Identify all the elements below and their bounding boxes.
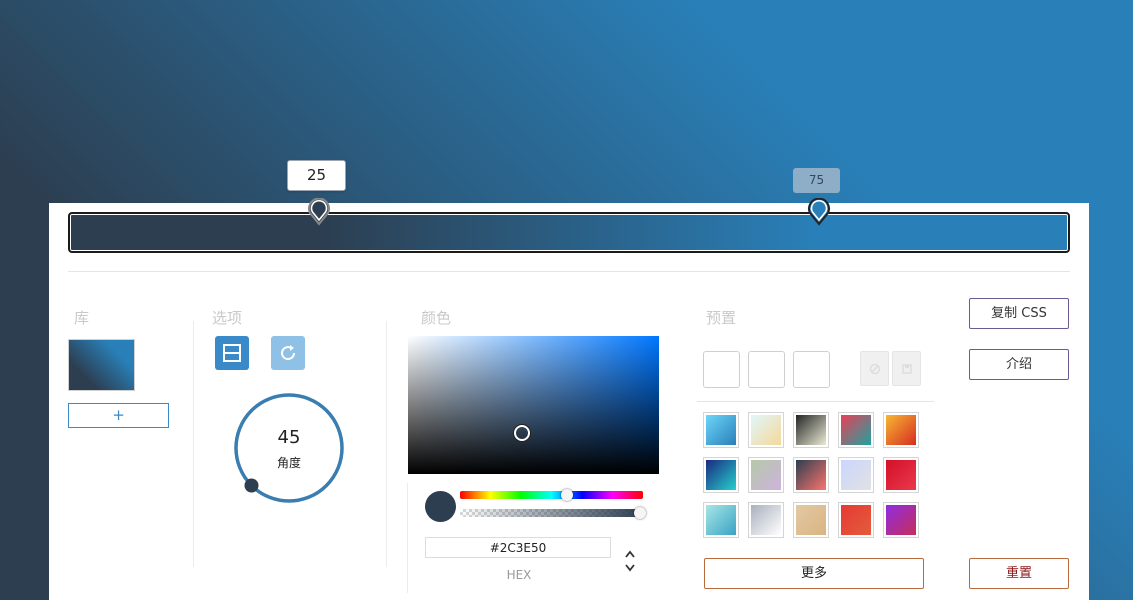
angle-handle[interactable] xyxy=(244,478,259,493)
preset-gradient-fill xyxy=(886,460,916,490)
preset-gradient-tile[interactable] xyxy=(883,457,919,493)
preset-gradient-fill xyxy=(796,460,826,490)
panel-divider xyxy=(68,271,1070,272)
preset-gradient-fill xyxy=(751,505,781,535)
section-title-library: 库 xyxy=(74,309,90,327)
preset-gradient-fill xyxy=(751,460,781,490)
section-title-color: 颜色 xyxy=(421,309,452,327)
gradient-stop-handle-2[interactable] xyxy=(807,198,831,226)
preset-gradient-tile[interactable] xyxy=(703,457,739,493)
alpha-slider-thumb[interactable] xyxy=(634,507,646,519)
rotate-icon xyxy=(281,345,296,361)
preset-gradient-tile[interactable] xyxy=(748,412,784,448)
library-add-button[interactable]: + xyxy=(68,403,169,428)
library-gradient-thumbnail[interactable] xyxy=(68,339,135,391)
preset-gradient-fill xyxy=(706,505,736,535)
hue-slider-thumb[interactable] xyxy=(561,489,573,501)
stop-value-bubble-active[interactable]: 25 xyxy=(287,160,346,191)
column-divider xyxy=(407,483,408,593)
preset-gradient-fill xyxy=(796,415,826,445)
alpha-slider[interactable] xyxy=(460,509,643,517)
preset-gradient-fill xyxy=(841,415,871,445)
hex-mode-label: HEX xyxy=(506,568,532,582)
gradient-stop-handle-1[interactable] xyxy=(307,198,331,226)
stop-marker-icon xyxy=(308,198,330,226)
section-title-presets: 预置 xyxy=(706,309,737,327)
preset-gradient-tile[interactable] xyxy=(838,412,874,448)
preset-gradient-tile[interactable] xyxy=(883,412,919,448)
save-icon xyxy=(901,363,912,374)
column-divider xyxy=(193,321,194,567)
chevron-up-down-icon xyxy=(625,550,635,572)
preset-gradient-tile[interactable] xyxy=(748,502,784,538)
editor-panel: 库 选项 颜色 预置 + 45 角度 HEX xyxy=(49,198,1089,600)
color-cursor[interactable] xyxy=(514,425,530,441)
custom-preset-slot[interactable] xyxy=(703,351,740,388)
presets-divider xyxy=(697,401,934,402)
custom-preset-slot[interactable] xyxy=(748,351,785,388)
delete-icon xyxy=(869,363,880,374)
angle-value: 45 xyxy=(277,427,301,448)
reset-button[interactable]: 重置 xyxy=(969,558,1069,589)
save-preset-button[interactable] xyxy=(892,351,921,386)
preset-gradient-tile[interactable] xyxy=(883,502,919,538)
linear-mode-button[interactable] xyxy=(215,336,249,370)
preset-gradient-fill xyxy=(706,415,736,445)
preset-gradient-tile[interactable] xyxy=(703,502,739,538)
stop-marker-icon xyxy=(808,198,830,226)
hex-input[interactable] xyxy=(425,537,611,558)
preset-gradient-fill xyxy=(841,505,871,535)
color-mode-toggle[interactable] xyxy=(623,548,637,574)
preset-gradient-tile[interactable] xyxy=(793,502,829,538)
column-divider xyxy=(386,321,387,567)
gradient-preview-bar[interactable] xyxy=(68,212,1070,253)
angle-label: 角度 xyxy=(276,456,301,470)
delete-preset-button[interactable] xyxy=(860,351,889,386)
preset-gradient-tile[interactable] xyxy=(748,457,784,493)
preset-gradient-tile[interactable] xyxy=(793,457,829,493)
preset-gradient-fill xyxy=(796,505,826,535)
linear-mode-icon xyxy=(223,344,241,362)
stop-value-bubble[interactable]: 75 xyxy=(793,168,840,193)
preset-gradient-tile[interactable] xyxy=(838,502,874,538)
custom-preset-slot[interactable] xyxy=(793,351,830,388)
preset-gradient-fill xyxy=(886,415,916,445)
preset-gradient-tile[interactable] xyxy=(703,412,739,448)
preset-gradient-tile[interactable] xyxy=(793,412,829,448)
preset-gradient-fill xyxy=(841,460,871,490)
section-title-options: 选项 xyxy=(212,309,243,327)
preset-gradient-fill xyxy=(706,460,736,490)
preset-gradient-fill xyxy=(751,415,781,445)
copy-css-button[interactable]: 复制 CSS xyxy=(969,298,1069,329)
angle-dial[interactable] xyxy=(233,392,345,504)
current-color-swatch xyxy=(425,491,456,522)
hue-slider[interactable] xyxy=(460,491,643,499)
saturation-value-picker[interactable] xyxy=(408,336,659,474)
rotate-mode-button[interactable] xyxy=(271,336,305,370)
more-presets-button[interactable]: 更多 xyxy=(704,558,924,589)
intro-button[interactable]: 介绍 xyxy=(969,349,1069,380)
preset-gradient-fill xyxy=(886,505,916,535)
preset-gradient-tile[interactable] xyxy=(838,457,874,493)
